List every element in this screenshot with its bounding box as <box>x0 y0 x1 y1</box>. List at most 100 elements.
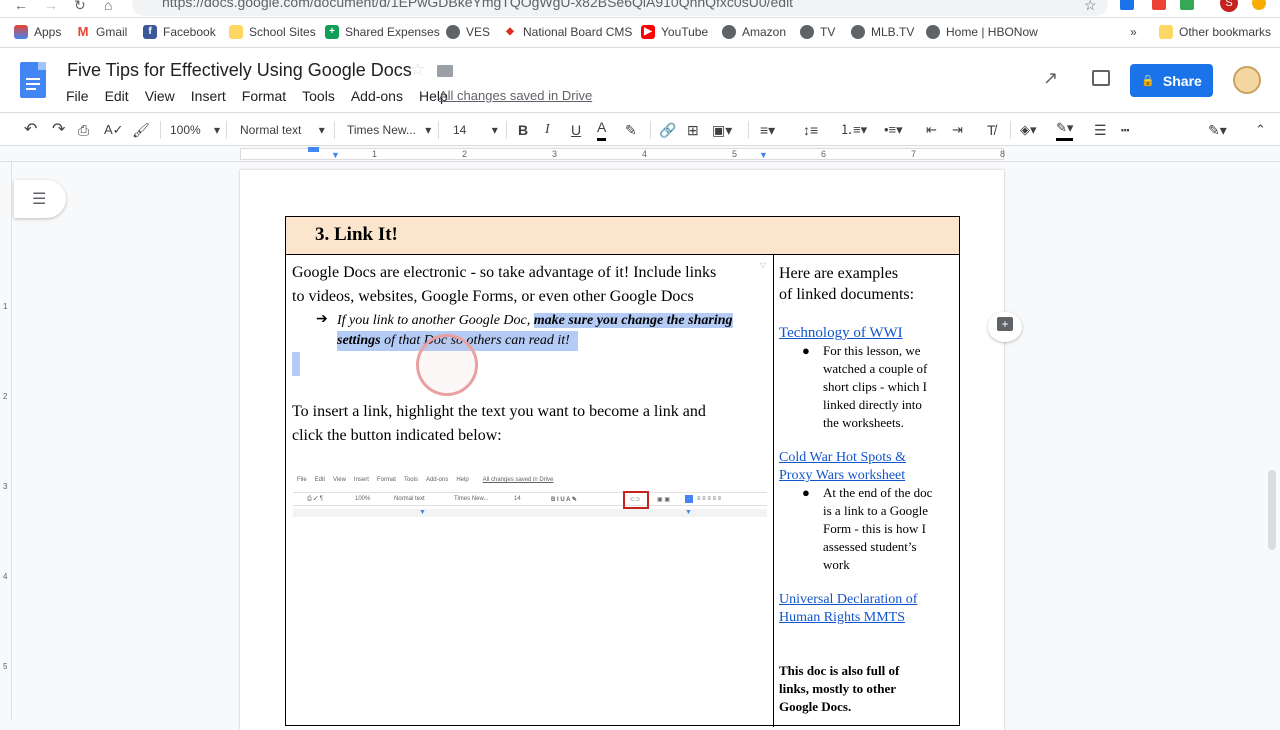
docs-logo-icon[interactable] <box>20 62 46 98</box>
extension-icon[interactable] <box>1180 0 1194 10</box>
bookmark-hbonow[interactable]: Home | HBONow <box>926 25 1038 39</box>
ruler-mark: 1 <box>3 302 8 311</box>
increase-indent-icon[interactable]: ⇥ <box>952 119 963 141</box>
sheets-icon: + <box>325 25 339 39</box>
bookmark-label: Gmail <box>96 25 128 39</box>
insert-image-icon[interactable]: ▣▾ <box>712 119 732 141</box>
document-outline-button[interactable]: ☰ <box>14 180 66 218</box>
cell-menu-icon[interactable]: ▽ <box>760 261 766 270</box>
home-icon[interactable]: ⌂ <box>104 0 112 12</box>
fill-color-icon[interactable]: ◈▾ <box>1020 119 1037 141</box>
spellcheck-icon[interactable]: A✓ <box>104 119 124 141</box>
address-bar[interactable]: https://docs.google.com/document/d/1EPwG… <box>132 0 1108 16</box>
numbered-list-icon[interactable]: ⒈≡▾ <box>840 119 867 141</box>
extension-icon[interactable] <box>1120 0 1134 10</box>
link-cold-war[interactable]: Proxy Wars worksheet <box>779 467 905 485</box>
italic-icon[interactable]: I <box>545 119 550 141</box>
bookmark-ves[interactable]: VES <box>446 25 490 39</box>
ruler-track <box>240 148 1004 160</box>
avatar[interactable] <box>1233 66 1261 94</box>
style-select[interactable]: Normal text ▾ <box>240 119 325 141</box>
notification-icon[interactable] <box>1252 0 1266 10</box>
text-color-icon[interactable]: A <box>597 119 607 141</box>
bookmark-gmail[interactable]: M Gmail <box>76 25 127 39</box>
bookmark-amazon[interactable]: Amazon <box>722 25 786 39</box>
bookmarks-overflow[interactable]: » <box>1130 25 1137 39</box>
menu-insert[interactable]: Insert <box>191 88 226 104</box>
undo-icon[interactable]: ↶ <box>24 119 37 141</box>
bookmark-facebook[interactable]: f Facebook <box>143 25 216 39</box>
first-line-indent-marker[interactable] <box>308 147 319 152</box>
section-heading: 3. Link It! <box>315 224 398 245</box>
right-indent-marker[interactable]: ▼ <box>759 150 768 160</box>
share-button[interactable]: 🔒 Share <box>1130 64 1213 97</box>
menu-tools[interactable]: Tools <box>302 88 335 104</box>
forward-icon[interactable]: → <box>44 0 58 12</box>
menu-format[interactable]: Format <box>242 88 286 104</box>
bookmark-shared-expenses[interactable]: + Shared Expenses <box>325 25 440 39</box>
overflow-icon: » <box>1130 25 1137 39</box>
activity-trend-icon[interactable]: ↗ <box>1043 68 1058 89</box>
document-title[interactable]: Five Tips for Effectively Using Google D… <box>67 60 412 81</box>
border-dash-icon[interactable]: ┅ <box>1121 119 1129 141</box>
bookmark-apps[interactable]: Apps <box>14 25 61 39</box>
redo-icon[interactable]: ↷ <box>52 119 65 141</box>
add-comment-icon[interactable]: ⊞ <box>687 119 699 141</box>
menu-addons[interactable]: Add-ons <box>351 88 403 104</box>
collapse-menu-icon[interactable]: ⌃ <box>1255 119 1266 141</box>
decrease-indent-icon[interactable]: ⇤ <box>926 119 937 141</box>
save-status[interactable]: All changes saved in Drive <box>439 88 592 103</box>
closing-text: This doc is also full of <box>779 663 900 678</box>
add-comment-button[interactable]: + <box>988 312 1022 342</box>
column-divider <box>773 255 774 727</box>
outline-icon: ☰ <box>32 191 47 208</box>
highlight-color-icon[interactable]: ✎ <box>625 119 637 141</box>
clear-formatting-icon[interactable]: T̸ <box>987 119 996 141</box>
link-cold-war[interactable]: Cold War Hot Spots & <box>779 449 906 467</box>
bookmark-mlbtv[interactable]: MLB.TV <box>851 25 914 39</box>
editing-mode-icon[interactable]: ✎▾ <box>1208 119 1227 141</box>
table-header-cell[interactable]: 3. Link It! <box>286 217 959 255</box>
other-bookmarks[interactable]: Other bookmarks <box>1159 25 1271 39</box>
body-paragraph: Google Docs are electronic - so take adv… <box>292 264 717 281</box>
reload-icon[interactable]: ↻ <box>74 0 86 12</box>
folder-icon[interactable] <box>437 65 453 77</box>
align-icon[interactable]: ≡▾ <box>760 119 775 141</box>
scrollbar-thumb[interactable] <box>1268 470 1276 550</box>
back-icon[interactable]: ← <box>14 0 28 12</box>
underline-icon[interactable]: U <box>571 119 581 141</box>
bookmark-national-board[interactable]: ◆ National Board CMS <box>503 25 632 39</box>
link-technology-wwi[interactable]: Technology of WWI <box>779 323 903 344</box>
menu-file[interactable]: File <box>66 88 89 104</box>
body-paragraph: click the button indicated below: <box>292 427 502 444</box>
bold-icon[interactable]: B <box>518 119 528 141</box>
font-size-select[interactable]: 14 ▾ <box>453 119 498 141</box>
comments-icon[interactable] <box>1092 70 1110 86</box>
closing-text: links, mostly to other <box>779 681 896 696</box>
menu-edit[interactable]: Edit <box>105 88 129 104</box>
bulleted-list-icon[interactable]: •≡▾ <box>884 119 903 141</box>
zoom-select[interactable]: 100% ▾ <box>170 119 220 141</box>
bookmark-star-icon[interactable]: ☆ <box>1084 0 1097 12</box>
left-indent-marker[interactable]: ▼ <box>331 150 340 160</box>
nbpts-icon: ◆ <box>503 25 517 39</box>
extension-icon[interactable] <box>1152 0 1166 10</box>
bookmark-tv[interactable]: TV <box>800 25 835 39</box>
mini-image-icon: ▣ ▣ <box>657 497 671 503</box>
selected-text-line[interactable]: If you link to another Google Doc, make … <box>337 311 733 331</box>
bookmark-school-sites[interactable]: School Sites <box>229 25 316 39</box>
border-color-icon[interactable]: ✎▾ <box>1056 119 1074 141</box>
paint-format-icon[interactable]: 🖌 <box>132 119 150 141</box>
insert-link-icon[interactable]: 🔗 <box>659 119 676 141</box>
profile-avatar[interactable]: S <box>1220 0 1238 12</box>
print-icon[interactable]: ⎙ <box>78 119 89 141</box>
bullet-text: assessed student’s <box>823 539 917 554</box>
line-spacing-icon[interactable]: ↕≡ <box>803 119 818 141</box>
link-universal-declaration[interactable]: Universal Declaration of <box>779 591 917 609</box>
bookmark-youtube[interactable]: ▶ YouTube <box>641 25 708 39</box>
link-universal-declaration[interactable]: Human Rights MMTS <box>779 609 905 627</box>
star-icon[interactable]: ☆ <box>410 60 425 80</box>
border-width-icon[interactable]: ☰ <box>1094 119 1107 141</box>
menu-view[interactable]: View <box>145 88 175 104</box>
font-select[interactable]: Times New... ▾ <box>347 119 431 141</box>
